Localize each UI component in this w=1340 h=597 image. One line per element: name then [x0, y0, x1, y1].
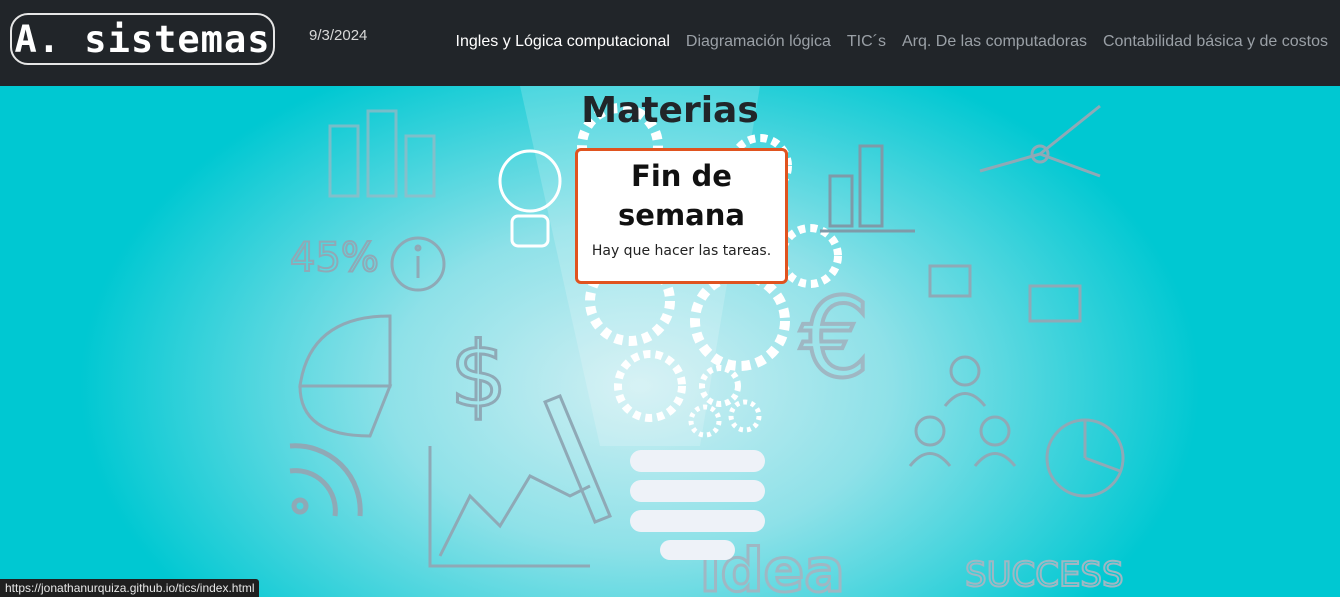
card-body: Hay que hacer las tareas. — [591, 243, 772, 259]
nav-link-contabilidad[interactable]: Contabilidad básica y de costos — [1103, 33, 1328, 51]
brand-link[interactable]: A. sistemas — [10, 13, 275, 65]
dollar-doodle-icon: $ — [450, 323, 507, 428]
weekend-card: Fin de semana Hay que hacer las tareas. — [575, 148, 788, 284]
euro-doodle-icon: € — [800, 274, 870, 402]
card-heading: Fin de semana — [618, 159, 745, 232]
right-bar-chart-doodle-icon — [820, 144, 915, 233]
percent-doodle: 45% — [290, 235, 379, 281]
people-doodle-icon — [908, 355, 1017, 467]
date-label: 9/3/2024 — [309, 27, 368, 44]
page-title: Materias — [581, 90, 759, 131]
network-doodle-icon — [928, 104, 1101, 323]
nav-link-arquitectura[interactable]: Arq. De las computadoras — [902, 33, 1087, 51]
nav-link-ingles-logica[interactable]: Ingles y Lógica computacional — [456, 33, 670, 51]
nav-links: Ingles y Lógica computacional Diagramaci… — [456, 33, 1328, 51]
line-chart-doodle-icon — [428, 446, 591, 568]
navbar: A. sistemas 9/3/2024 Ingles y Lógica com… — [0, 0, 1340, 86]
status-bar-url: https://jonathanurquiza.github.io/tics/i… — [0, 579, 260, 597]
right-pie-doodle-icon — [1045, 418, 1125, 498]
rss-doodle-icon — [289, 443, 363, 517]
pie-doodle-icon — [298, 314, 393, 438]
nav-link-tics[interactable]: TIC´s — [847, 33, 886, 51]
info-doodle-icon — [390, 236, 446, 292]
success-doodle: SUCCESS — [965, 555, 1124, 595]
nav-link-diagramacion[interactable]: Diagramación lógica — [686, 33, 831, 51]
